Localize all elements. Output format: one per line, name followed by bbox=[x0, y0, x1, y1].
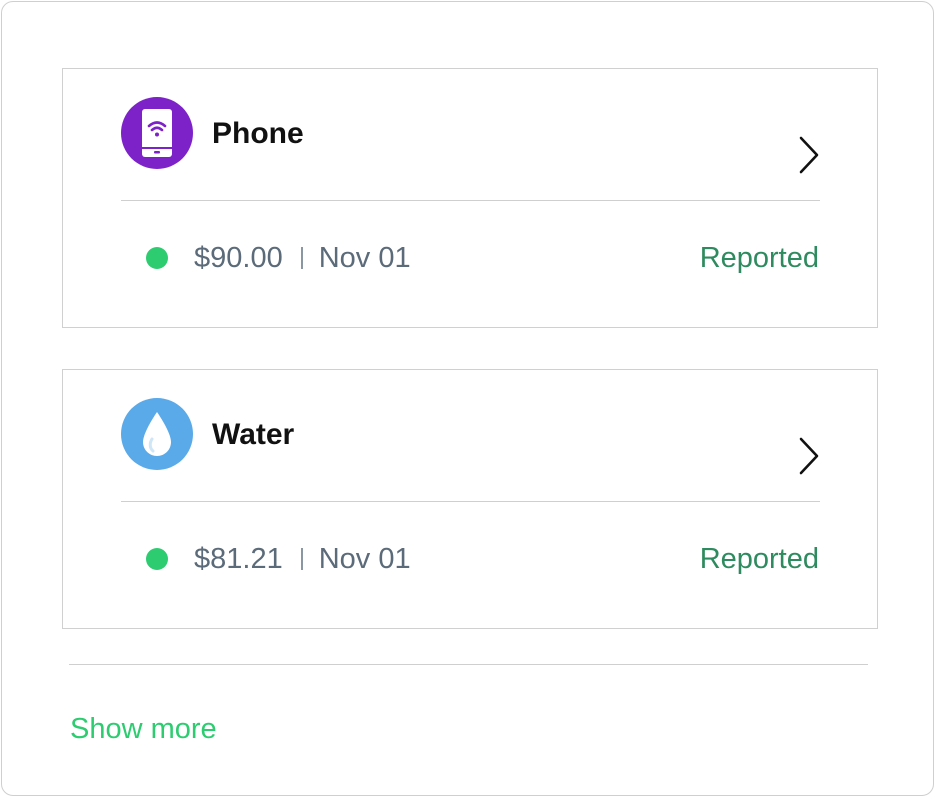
card-divider bbox=[121, 200, 820, 201]
water-drop-icon bbox=[143, 412, 171, 456]
phone-avatar bbox=[121, 97, 193, 169]
bill-card-phone[interactable]: Phone $90.00 Nov 01 Reported bbox=[62, 68, 878, 328]
bill-card-water[interactable]: Water $81.21 Nov 01 Reported bbox=[62, 369, 878, 629]
water-avatar bbox=[121, 398, 193, 470]
bill-meta: $90.00 Nov 01 bbox=[194, 241, 411, 275]
meta-separator bbox=[300, 247, 303, 269]
card-divider bbox=[121, 501, 820, 502]
bill-date: Nov 01 bbox=[318, 543, 411, 575]
bills-panel: Phone $90.00 Nov 01 Reported Water $81.2… bbox=[1, 1, 934, 796]
bill-amount: $81.21 bbox=[194, 543, 283, 575]
footer-divider bbox=[69, 664, 868, 665]
bill-meta: $81.21 Nov 01 bbox=[194, 542, 411, 576]
chevron-right-icon[interactable] bbox=[797, 436, 821, 476]
chevron-right-icon[interactable] bbox=[797, 135, 821, 175]
meta-separator bbox=[300, 548, 303, 570]
show-more-link[interactable]: Show more bbox=[70, 712, 217, 746]
bill-date: Nov 01 bbox=[318, 242, 411, 274]
status-dot bbox=[146, 247, 168, 269]
status-dot bbox=[146, 548, 168, 570]
bill-status: Reported bbox=[699, 543, 819, 575]
phone-wifi-icon bbox=[142, 109, 172, 157]
bill-title: Water bbox=[212, 418, 295, 451]
bill-title: Phone bbox=[212, 117, 304, 150]
bill-status: Reported bbox=[699, 242, 819, 274]
bill-amount: $90.00 bbox=[194, 242, 283, 274]
